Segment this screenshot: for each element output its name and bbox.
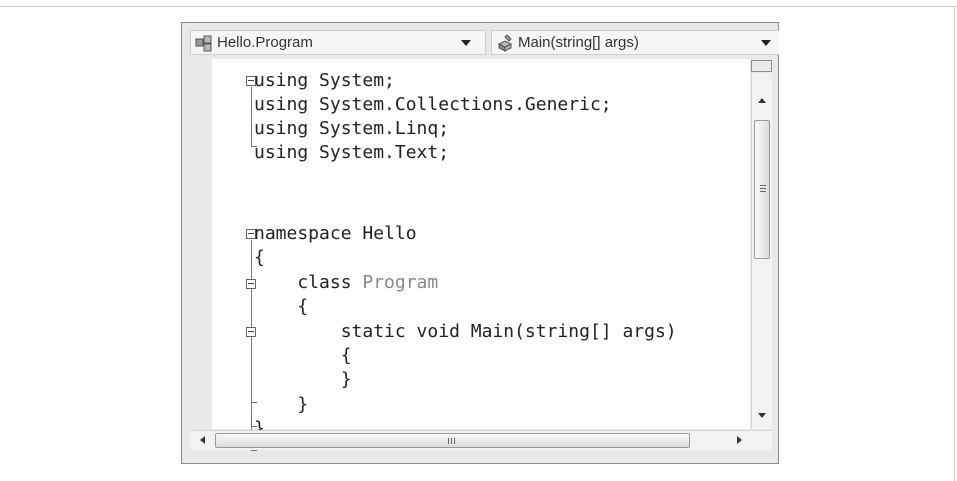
outline-guide-end [251,450,257,451]
scroll-down-icon[interactable] [758,413,766,418]
grip-line [760,188,766,189]
figure-frame-right [954,6,955,481]
code-line[interactable]: } [254,368,352,392]
code-text-area[interactable]: using System; using System.Collections.G… [212,59,750,451]
code-line[interactable]: class Program [254,271,438,295]
method-icon [496,34,514,52]
scroll-left-icon[interactable] [200,436,205,444]
member-dropdown-value: Main(string[] args) [518,34,639,51]
type-dropdown-value: Hello.Program [217,34,313,51]
code-keyword: class [254,272,363,293]
code-line[interactable]: { [254,246,265,270]
code-line[interactable]: { [254,295,308,319]
grip-line [448,438,449,444]
splitter-handle[interactable] [751,60,772,72]
code-line[interactable]: using System.Linq; [254,117,449,141]
code-line[interactable]: { [254,344,352,368]
grip-line [454,438,455,444]
scroll-up-icon[interactable] [758,98,766,103]
horizontal-scroll-thumb[interactable] [215,433,690,448]
outline-guide-line [251,240,252,451]
code-editor-window: Hello.Program Main(string[] args) using … [181,22,779,464]
vertical-scrollbar[interactable] [751,73,772,429]
type-dropdown[interactable]: Hello.Program [190,30,486,55]
code-line[interactable]: } [254,393,308,417]
code-line[interactable]: using System.Text; [254,141,449,165]
class-name-token: Program [362,272,439,293]
code-line[interactable]: using System; [254,69,395,93]
chevron-down-icon[interactable] [761,40,771,46]
outline-guide-line [251,87,252,147]
figure-frame-top [0,6,957,7]
grip-line [760,191,766,192]
grip-line [451,438,452,444]
code-line[interactable]: namespace Hello [254,222,417,246]
horizontal-scrollbar[interactable] [190,430,772,450]
vertical-scroll-thumb[interactable] [754,120,770,259]
code-line[interactable]: static void Main(string[] args) [254,320,677,344]
chevron-down-icon[interactable] [461,40,471,46]
member-dropdown[interactable]: Main(string[] args) [491,30,779,55]
navigation-bar: Hello.Program Main(string[] args) [182,23,779,59]
scroll-right-icon[interactable] [737,436,742,444]
grip-line [760,185,766,186]
class-icon [195,34,213,52]
code-line[interactable]: using System.Collections.Generic; [254,93,612,117]
